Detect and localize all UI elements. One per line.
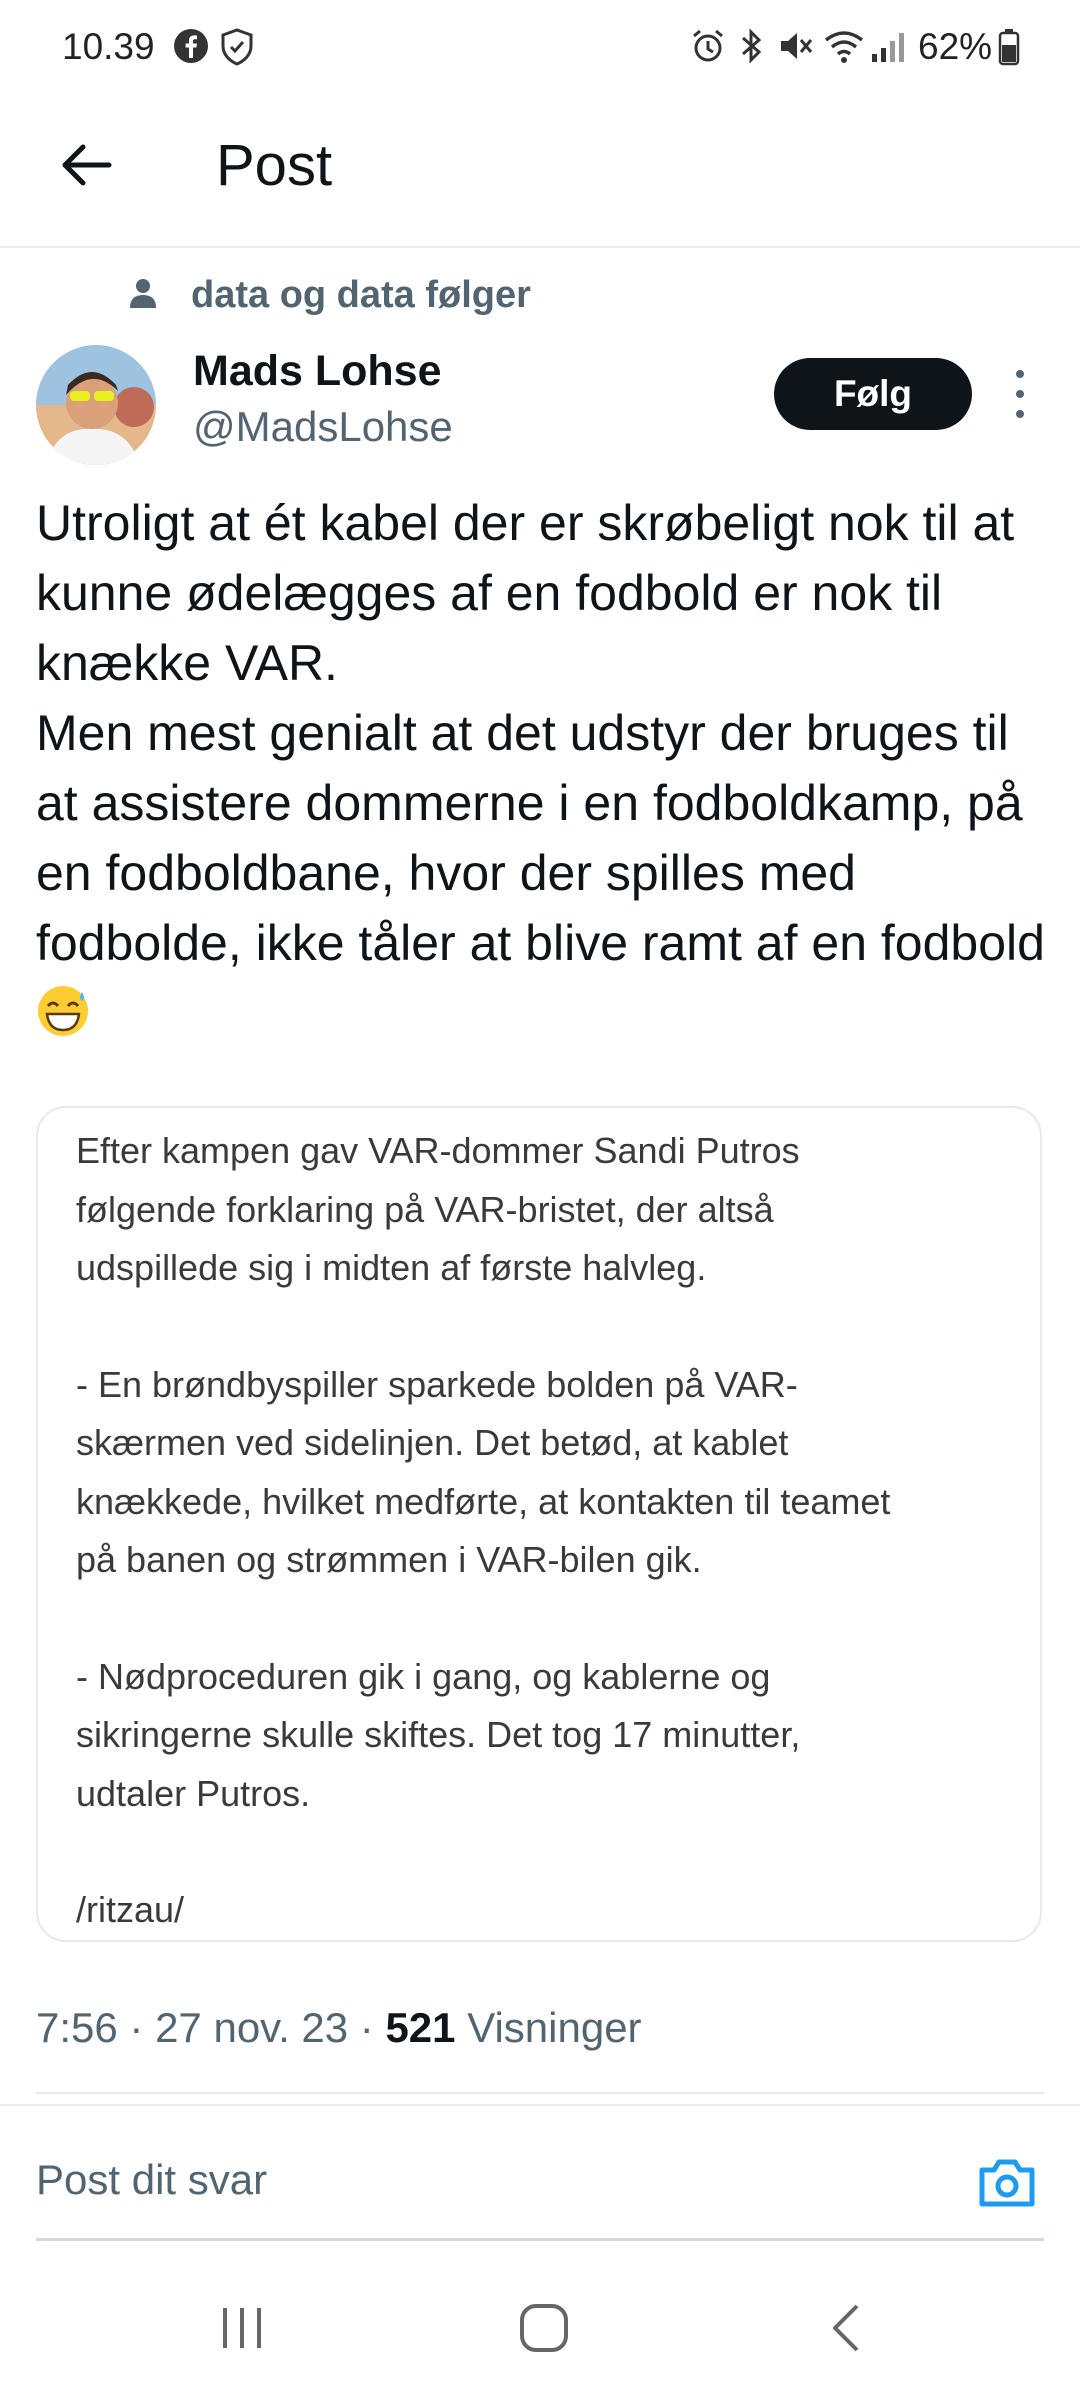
alarm-icon — [690, 28, 726, 69]
back-icon[interactable] — [812, 2298, 882, 2358]
image-paragraph: - Nødproceduren gik i gang, og kablerne … — [76, 1655, 801, 1814]
post-meta: 7:56 · 27 nov. 23 · 521 Visninger — [36, 2004, 642, 2052]
image-text: Efter kampen gav VAR-dommer Sandi Putros… — [76, 1122, 1016, 1940]
camera-icon[interactable] — [976, 2152, 1038, 2214]
reply-input[interactable]: Post dit svar — [36, 2156, 267, 2204]
page-title: Post — [216, 133, 333, 198]
signal-icon — [870, 28, 906, 69]
image-paragraph: /ritzau/ — [76, 1889, 185, 1930]
avatar[interactable] — [36, 345, 156, 465]
mute-icon — [777, 28, 813, 69]
post-time: 7:56 — [36, 2004, 118, 2051]
divider — [0, 2104, 1080, 2106]
grinning-sweat-emoji — [36, 984, 90, 1038]
social-context-text[interactable]: data og data følger — [191, 274, 531, 317]
status-bar: 10.39 62% — [0, 0, 1080, 100]
author-handle[interactable]: @MadsLohse — [193, 403, 453, 451]
shield-icon — [220, 28, 254, 71]
divider — [36, 2092, 1044, 2094]
recents-icon[interactable] — [207, 2298, 277, 2358]
person-icon — [126, 276, 160, 317]
home-icon[interactable] — [509, 2298, 579, 2358]
wifi-icon — [823, 28, 865, 69]
views-count[interactable]: 521 — [385, 2004, 455, 2051]
image-paragraph: - En brøndbyspiller sparkede bolden på V… — [76, 1363, 891, 1581]
meta-separator: · — [117, 2004, 156, 2051]
bluetooth-icon — [737, 28, 765, 69]
author-name[interactable]: Mads Lohse — [193, 347, 442, 396]
post-paragraph: Men mest genialt at det udstyr der bruge… — [36, 705, 1045, 971]
arrow-left-icon — [62, 144, 112, 186]
post-date: 27 nov. 23 — [155, 2004, 349, 2051]
meta-separator: · — [348, 2004, 386, 2051]
back-button[interactable] — [50, 130, 120, 200]
post-text: Utroligt at ét kabel der er skrøbeligt n… — [36, 488, 1046, 1048]
facebook-icon — [173, 28, 209, 69]
attached-image[interactable]: Efter kampen gav VAR-dommer Sandi Putros… — [36, 1106, 1042, 1942]
post-paragraph: Utroligt at ét kabel der er skrøbeligt n… — [36, 495, 1029, 691]
header-bar — [0, 100, 1080, 248]
more-vertical-icon[interactable] — [1006, 368, 1034, 422]
views-label: Visninger — [455, 2004, 642, 2051]
follow-button[interactable]: Følg — [774, 358, 972, 430]
battery-percentage: 62% — [918, 26, 993, 67]
reply-underline — [36, 2238, 1044, 2241]
status-time: 10.39 — [62, 26, 155, 67]
image-paragraph: Efter kampen gav VAR-dommer Sandi Putros… — [76, 1130, 800, 1288]
battery-icon — [998, 28, 1020, 71]
